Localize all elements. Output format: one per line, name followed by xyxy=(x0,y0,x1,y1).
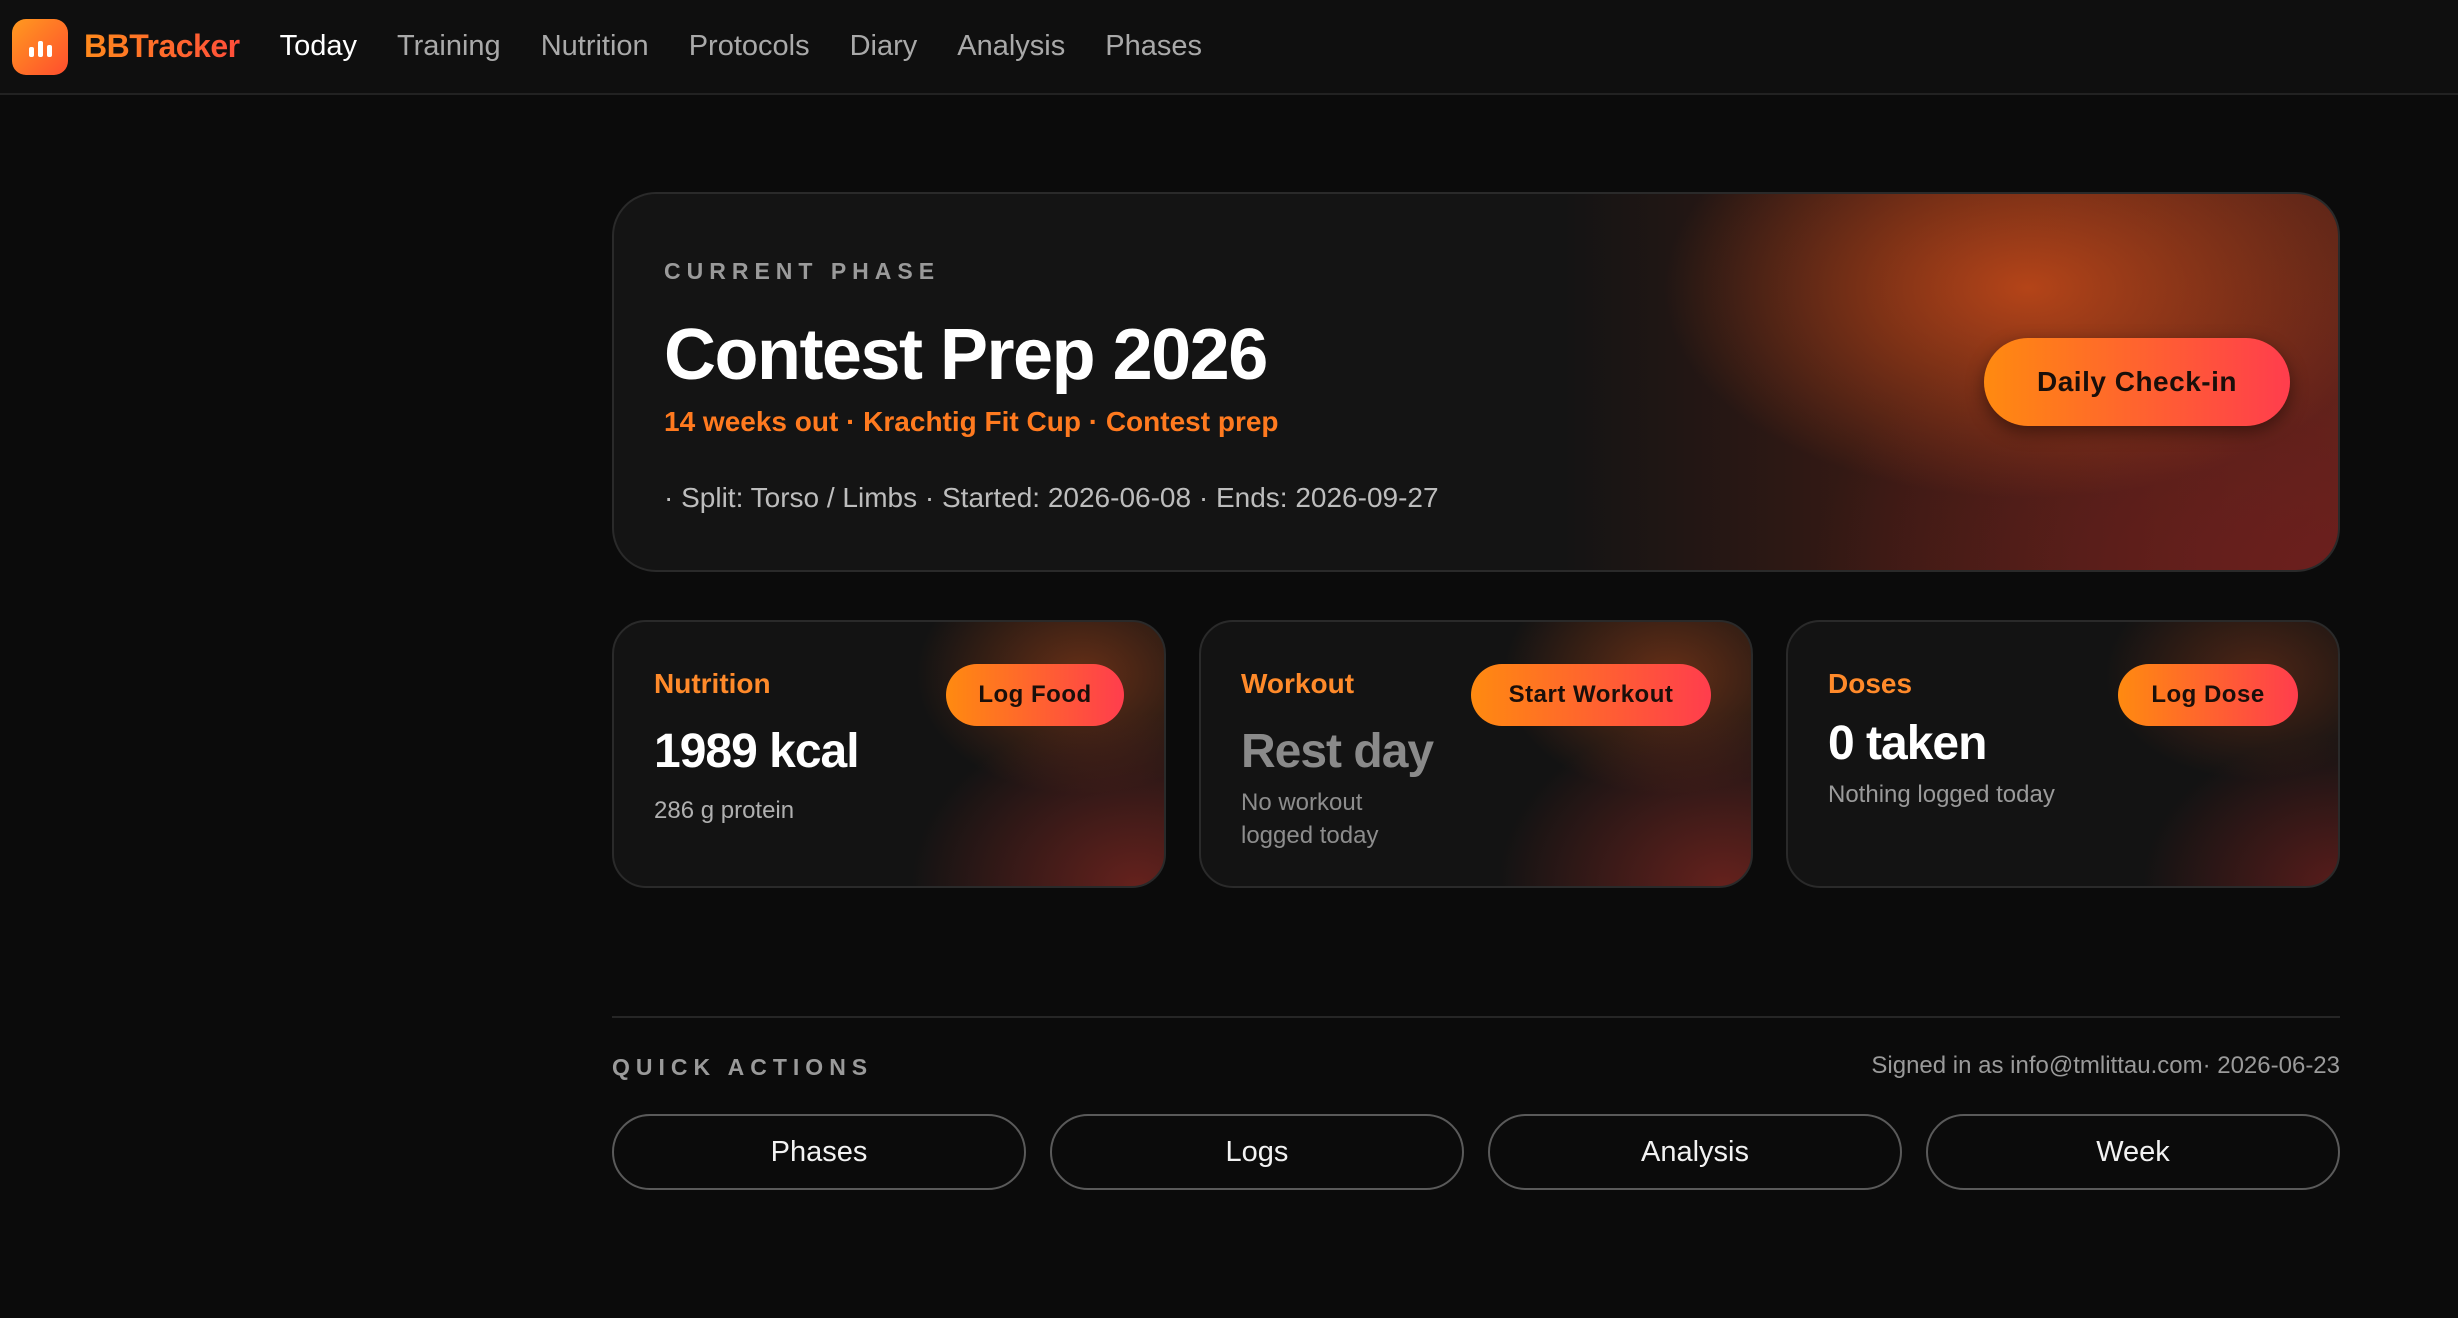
phase-title: Contest Prep 2026 xyxy=(664,315,1268,395)
workout-status-value: Rest day xyxy=(1241,725,1434,778)
nav-item-phases[interactable]: Phases xyxy=(1105,30,1202,63)
daily-checkin-button[interactable]: Daily Check-in xyxy=(1984,338,2290,426)
nav-item-today[interactable]: Today xyxy=(280,30,357,63)
workout-status-text: No workout logged today xyxy=(1241,789,1379,849)
nav-menu: Today Training Nutrition Protocols Diary… xyxy=(280,30,1202,63)
workout-card-label: Workout xyxy=(1241,668,1355,699)
phase-meta: · Split: Torso / Limbs · Started: 2026-0… xyxy=(664,482,1439,513)
nav-item-diary[interactable]: Diary xyxy=(850,30,918,63)
start-workout-button[interactable]: Start Workout xyxy=(1471,664,1711,726)
nutrition-card-label: Nutrition xyxy=(654,668,771,699)
nutrition-kcal-value: 1989 kcal xyxy=(654,725,860,778)
quick-action-week-button[interactable]: Week xyxy=(1926,1114,2340,1190)
nutrition-card: Nutrition 1989 kcal 286 g protein Log Fo… xyxy=(612,620,1166,888)
current-phase-card: CURRENT PHASE Contest Prep 2026 14 weeks… xyxy=(612,192,2340,572)
quick-action-analysis-button[interactable]: Analysis xyxy=(1488,1114,1902,1190)
signed-in-info: Signed in as info@tmlittau.com· 2026-06-… xyxy=(1871,1052,2340,1079)
quick-action-phases-button[interactable]: Phases xyxy=(612,1114,1026,1190)
nav-item-nutrition[interactable]: Nutrition xyxy=(541,30,649,63)
nav-item-protocols[interactable]: Protocols xyxy=(689,30,810,63)
phase-subtitle: 14 weeks out · Krachtig Fit Cup · Contes… xyxy=(664,406,1279,437)
quick-actions-row: Phases Logs Analysis Week xyxy=(612,1114,2340,1190)
log-dose-button[interactable]: Log Dose xyxy=(2118,664,2298,726)
doses-count-value: 0 taken xyxy=(1828,717,1987,770)
section-divider xyxy=(612,1016,2340,1018)
top-nav: BBTracker Today Training Nutrition Proto… xyxy=(0,0,2458,95)
bar-chart-icon[interactable] xyxy=(12,18,68,75)
nav-item-training[interactable]: Training xyxy=(397,30,501,63)
workout-card: Workout Rest day No workout logged today… xyxy=(1199,620,1753,888)
doses-status-text: Nothing logged today xyxy=(1828,781,2055,808)
doses-card: Doses 0 taken Nothing logged today Log D… xyxy=(1786,620,2340,888)
quick-action-logs-button[interactable]: Logs xyxy=(1050,1114,1464,1190)
app-brand[interactable]: BBTracker xyxy=(84,28,240,65)
nutrition-protein-text: 286 g protein xyxy=(654,797,795,824)
nav-item-analysis[interactable]: Analysis xyxy=(957,30,1065,63)
phase-section-label: CURRENT PHASE xyxy=(664,258,941,284)
log-food-button[interactable]: Log Food xyxy=(946,664,1124,726)
doses-card-label: Doses xyxy=(1828,668,1913,699)
quick-actions-label: QUICK ACTIONS xyxy=(612,1054,874,1080)
